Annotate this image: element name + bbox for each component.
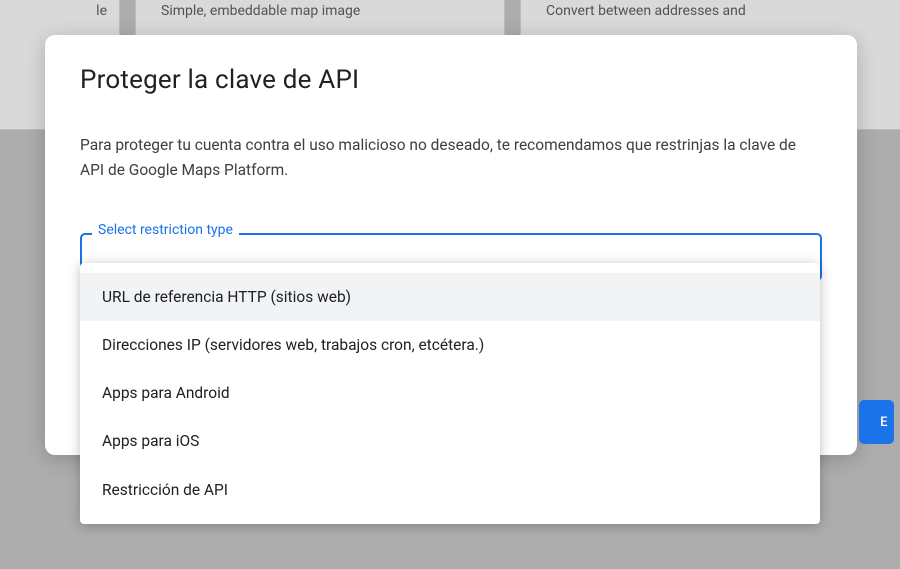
dialog-description: Para proteger tu cuenta contra el uso ma…	[80, 133, 800, 183]
background-button-fragment: E	[859, 400, 894, 444]
restriction-type-dropdown-menu: URL de referencia HTTP (sitios web) Dire…	[80, 263, 820, 524]
dropdown-option-api-restriction[interactable]: Restricción de API	[80, 466, 820, 514]
dropdown-option-android-apps[interactable]: Apps para Android	[80, 369, 820, 417]
dropdown-option-http-referrer[interactable]: URL de referencia HTTP (sitios web)	[80, 273, 820, 321]
dropdown-option-ip-addresses[interactable]: Direcciones IP (servidores web, trabajos…	[80, 321, 820, 369]
dialog-title: Proteger la clave de API	[80, 65, 822, 95]
select-label: Select restriction type	[92, 222, 239, 238]
dropdown-option-ios-apps[interactable]: Apps para iOS	[80, 417, 820, 465]
